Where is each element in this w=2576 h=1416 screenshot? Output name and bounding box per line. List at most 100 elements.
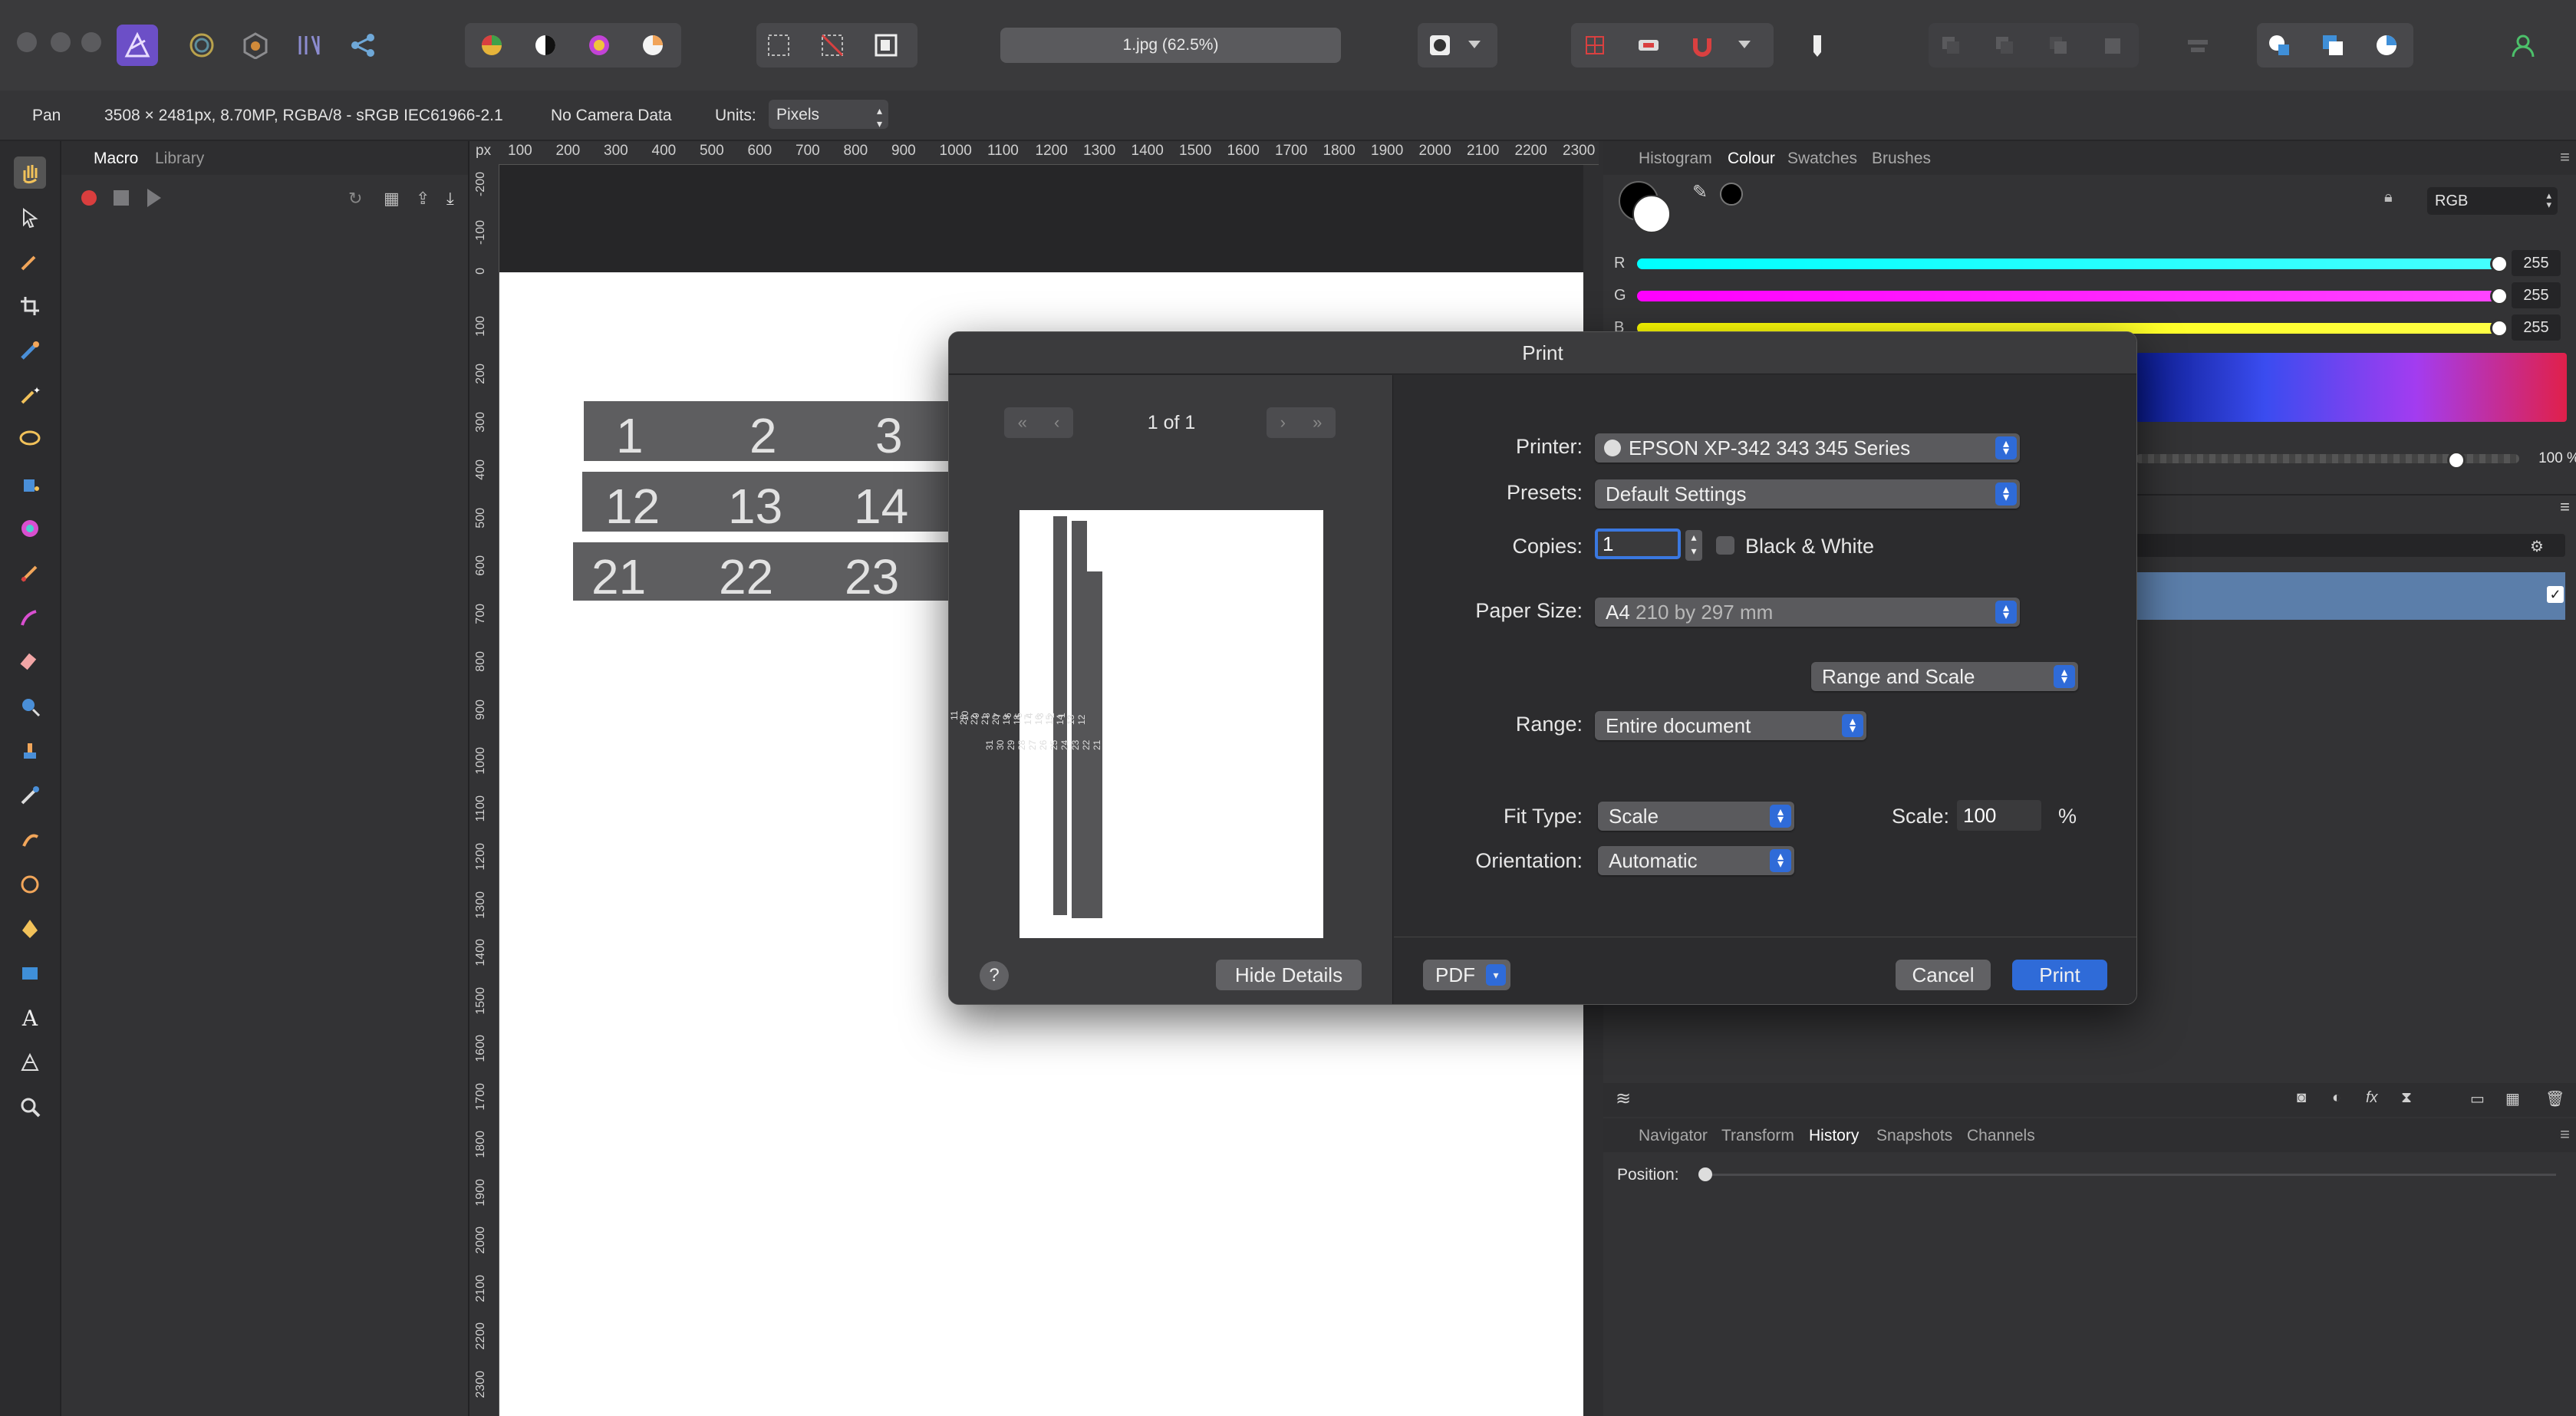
live-filter-icon[interactable]: ⧗ <box>2401 1089 2412 1107</box>
move-to-front-icon[interactable] <box>2091 25 2133 66</box>
grid-icon[interactable] <box>1574 25 1616 66</box>
tab-transform[interactable]: Transform <box>1721 1127 1794 1145</box>
rectangle-tool-icon[interactable] <box>14 957 46 990</box>
move-to-back-icon[interactable] <box>1930 25 1972 66</box>
picked-colour-swatch[interactable] <box>1720 183 1743 206</box>
orientation-select[interactable]: Automatic ▴ ▾ <box>1598 846 1794 875</box>
first-prev-page-buttons[interactable]: «‹ <box>1004 407 1073 438</box>
tab-navigator[interactable]: Navigator <box>1639 1127 1708 1145</box>
g-slider[interactable] <box>1637 291 2496 301</box>
tab-macro[interactable]: Macro <box>94 150 138 168</box>
copies-stepper[interactable]: ▴ ▾ <box>1685 530 1702 561</box>
add-shape-icon[interactable] <box>2258 25 2300 66</box>
play-icon[interactable] <box>147 189 161 207</box>
quick-mask-icon[interactable] <box>1419 25 1461 66</box>
mesh-warp-tool-icon[interactable] <box>14 868 46 901</box>
blemish-removal-tool-icon[interactable] <box>14 779 46 812</box>
tone-mapping-persona-icon[interactable] <box>288 25 330 66</box>
auto-white-balance-icon[interactable] <box>632 25 674 66</box>
hide-details-button[interactable]: Hide Details <box>1216 960 1362 990</box>
import-macro-icon[interactable]: ⤓ <box>446 189 454 209</box>
close-window-button[interactable] <box>17 32 37 52</box>
flood-select-tool-icon[interactable]: ✦ <box>14 379 46 411</box>
g-value[interactable]: 255 <box>2512 282 2561 308</box>
g-slider-knob[interactable] <box>2490 287 2508 305</box>
pen-tool-icon[interactable] <box>14 913 46 945</box>
tab-library[interactable]: Library <box>155 150 204 168</box>
copies-field[interactable] <box>1595 529 1681 559</box>
export-macro-icon[interactable]: ⇪ <box>416 189 430 209</box>
blend-mode-select[interactable] <box>2136 534 2565 557</box>
crop-tool-icon[interactable] <box>14 290 46 322</box>
pen-pressure-icon[interactable] <box>1797 25 1838 66</box>
flood-fill-tool-icon[interactable] <box>14 468 46 500</box>
range-select[interactable]: Entire document ▴ ▾ <box>1595 711 1866 740</box>
lock-icon[interactable]: 🔒︎ <box>2384 189 2404 212</box>
zoom-window-button[interactable] <box>81 32 101 52</box>
liquify-persona-icon[interactable] <box>181 25 222 66</box>
erase-brush-tool-icon[interactable] <box>14 646 46 678</box>
eyedropper-icon[interactable]: ✎ <box>1692 181 1708 203</box>
layers-stack-icon[interactable]: ≋ <box>1616 1088 1631 1110</box>
first-page-icon[interactable]: « <box>1018 413 1027 433</box>
add-macro-icon[interactable]: ▦ <box>384 189 400 209</box>
move-tool-icon[interactable] <box>14 201 46 233</box>
deselect-icon[interactable] <box>812 25 853 66</box>
pdf-menu-button[interactable]: PDF ▾ <box>1423 960 1510 990</box>
quick-mask-dropdown-icon[interactable] <box>1459 25 1490 66</box>
freehand-selection-tool-icon[interactable] <box>14 423 46 456</box>
mesh-tool-icon[interactable] <box>14 1046 46 1078</box>
assistant-icon[interactable] <box>1628 25 1669 66</box>
opacity-value[interactable]: 100 % <box>2536 446 2576 471</box>
fill-stroke-swatch[interactable] <box>1619 181 1671 233</box>
units-select[interactable]: Pixels ▴ ▾ <box>769 100 888 130</box>
snapping-magnet-icon[interactable] <box>1682 25 1723 66</box>
auto-colors-icon[interactable] <box>578 25 620 66</box>
color-picker-tool-icon[interactable] <box>14 245 46 278</box>
last-page-icon[interactable]: » <box>1313 413 1322 433</box>
history-panel-menu-icon[interactable]: ≡ <box>2560 1125 2570 1144</box>
mask-layer-icon[interactable]: ◙ <box>2297 1089 2306 1107</box>
select-all-icon[interactable] <box>758 25 799 66</box>
paper-size-select[interactable]: A4 210 by 297 mm ▴ ▾ <box>1595 598 2020 627</box>
share-icon[interactable] <box>342 25 384 66</box>
r-slider-knob[interactable] <box>2490 255 2508 273</box>
delete-layer-icon[interactable]: 🗑︎ <box>2545 1089 2564 1108</box>
cancel-button[interactable]: Cancel <box>1896 960 1991 990</box>
tab-colour[interactable]: Colour <box>1728 150 1775 168</box>
tab-snapshots[interactable]: Snapshots <box>1876 1127 1952 1145</box>
b-value[interactable]: 255 <box>2512 314 2561 341</box>
r-slider[interactable] <box>1637 259 2496 269</box>
layers-panel-menu-icon[interactable]: ≡ <box>2560 497 2570 517</box>
colour-spectrum[interactable] <box>2136 353 2567 422</box>
auto-levels-icon[interactable] <box>471 25 512 66</box>
help-button[interactable]: ? <box>980 961 1009 990</box>
next-page-icon[interactable]: › <box>1280 413 1286 433</box>
tab-swatches[interactable]: Swatches <box>1787 150 1857 168</box>
snapping-dropdown-icon[interactable] <box>1729 25 1760 66</box>
auto-contrast-icon[interactable] <box>525 25 566 66</box>
photo-persona-icon[interactable] <box>117 25 158 66</box>
minimize-window-button[interactable] <box>51 32 71 52</box>
stop-icon[interactable] <box>114 190 129 206</box>
layer-row[interactable]: ✓ <box>2136 572 2565 620</box>
gradient-tool-icon[interactable] <box>14 512 46 545</box>
history-position-knob[interactable] <box>1698 1167 1712 1181</box>
reset-icon[interactable]: ↻ <box>348 189 362 209</box>
account-icon[interactable] <box>2502 25 2544 66</box>
add-pixel-layer-icon[interactable]: ▦ <box>2505 1089 2520 1108</box>
adjustment-layer-icon[interactable]: ◐ <box>2332 1089 2341 1107</box>
color-replacement-tool-icon[interactable] <box>14 601 46 634</box>
record-icon[interactable] <box>81 190 97 206</box>
move-back-icon[interactable] <box>1984 25 2025 66</box>
r-value[interactable]: 255 <box>2512 250 2561 276</box>
print-options-section-select[interactable]: Range and Scale ▴ ▾ <box>1811 662 2078 691</box>
tab-history[interactable]: History <box>1809 1127 1859 1145</box>
selection-brush-tool-icon[interactable] <box>14 334 46 367</box>
panel-menu-icon[interactable]: ≡ <box>2560 147 2570 167</box>
intersect-shape-icon[interactable] <box>2366 25 2407 66</box>
smudge-brush-tool-icon[interactable] <box>14 824 46 856</box>
tab-brushes[interactable]: Brushes <box>1872 150 1931 168</box>
fit-type-select[interactable]: Scale ▴ ▾ <box>1598 802 1794 831</box>
tab-histogram[interactable]: Histogram <box>1639 150 1712 168</box>
